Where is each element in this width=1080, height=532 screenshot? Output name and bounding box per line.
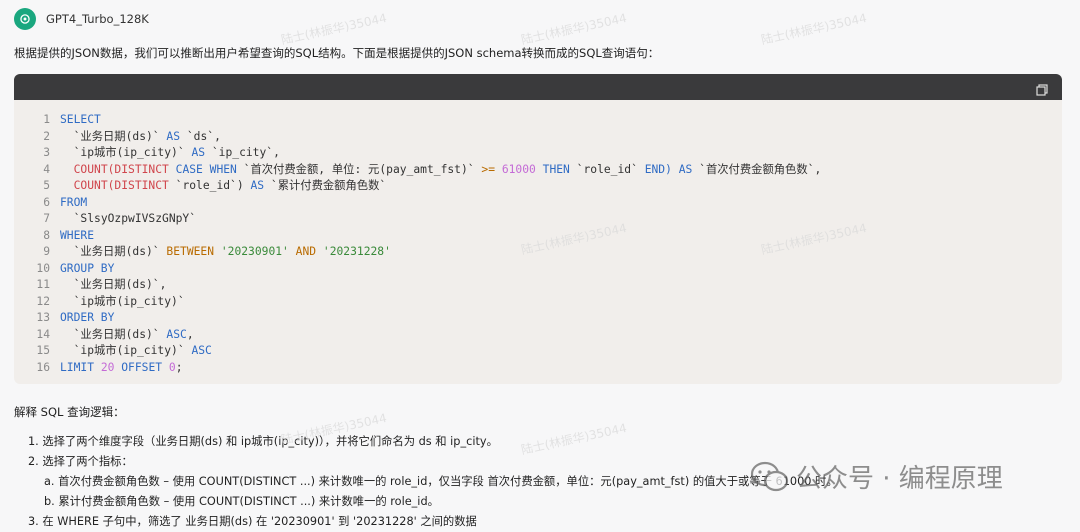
code-token: 61000 [501, 162, 536, 176]
code-token: AND [295, 245, 317, 258]
sql-code: 1 SELECT 2 `业务日期(ds)` AS `ds`, 3 `ip城市(ip… [32, 112, 821, 376]
line-number: 4 [43, 162, 50, 176]
code-token: 20 [100, 360, 115, 374]
code-token: '20231228' [322, 245, 391, 258]
code-token: `ip城市(ip_city)` [73, 344, 185, 357]
brand-text: 公众号 · 编程原理 [796, 464, 1003, 494]
code-token: SELECT [60, 113, 101, 126]
code-token: `业务日期(ds)` [73, 327, 160, 341]
code-token: END) [644, 162, 672, 176]
code-token: `首次付费金额, 单位: 元(pay_amt_fst)` [243, 162, 475, 176]
code-token: `role_id` [576, 162, 638, 176]
explain-heading: 解释 SQL 查询逻辑： [14, 405, 125, 419]
code-token: `累计付费金额角色数` [270, 179, 387, 192]
list-item: b. 累计付费金额角色数 – 使用 COUNT(DISTINCT ...) 来计… [44, 495, 439, 508]
list-item: 1. 选择了两个维度字段（业务日期(ds) 和 ip城市(ip_city)），并… [28, 435, 498, 448]
code-token: `ip城市(ip_city)` [73, 146, 185, 159]
line-number: 10 [36, 261, 50, 275]
code-token: AS [191, 146, 206, 159]
line-number: 8 [43, 228, 50, 242]
code-token: OFFSET [121, 360, 163, 374]
code-token: AS [678, 162, 693, 176]
code-token: 0 [168, 360, 176, 374]
code-token: ASC [191, 344, 212, 357]
code-token: `role_id` [175, 179, 237, 192]
code-token: `首次付费金额角色数` [699, 162, 815, 176]
code-token: WHERE [60, 228, 95, 242]
copy-icon [1036, 84, 1048, 96]
openai-logo-icon [14, 8, 36, 30]
code-token: AS [250, 179, 265, 192]
line-number: 5 [43, 179, 50, 192]
code-token: ASC [166, 327, 187, 341]
code-block-toolbar [14, 74, 1062, 100]
line-number: 7 [43, 212, 50, 225]
code-token: LIMIT [60, 360, 95, 374]
line-number: 15 [36, 344, 50, 357]
copy-code-button[interactable] [1036, 81, 1048, 96]
code-token: `SlsyOzpwIVSzGNpY` [73, 212, 197, 225]
code-token: BETWEEN [166, 245, 215, 258]
line-number: 1 [43, 113, 50, 126]
model-name: GPT4_Turbo_128K [46, 12, 149, 26]
line-number: 13 [36, 311, 50, 324]
code-token: `ip_city` [211, 146, 274, 159]
code-token: `业务日期(ds)` [73, 245, 160, 258]
line-number: 12 [36, 294, 50, 308]
explain-list: 1. 选择了两个维度字段（业务日期(ds) 和 ip城市(ip_city)），并… [28, 432, 838, 532]
code-token: AS [166, 129, 181, 143]
code-block: 1 SELECT 2 `业务日期(ds)` AS `ds`, 3 `ip城市(ip… [14, 74, 1062, 384]
code-token: THEN [542, 162, 570, 176]
line-number: 9 [43, 245, 50, 258]
wechat-brand-watermark: 公众号 · 编程原理 [750, 458, 1003, 495]
line-number: 14 [36, 327, 50, 341]
code-token: `业务日期(ds)` [73, 278, 160, 291]
line-number: 16 [36, 360, 50, 374]
list-item: 2. 选择了两个指标： [28, 455, 133, 468]
watermark-text: 陆士(林振华)35044 [519, 10, 628, 48]
list-item: a. 首次付费金额角色数 – 使用 COUNT(DISTINCT ...) 来计… [44, 475, 838, 488]
line-number: 3 [43, 146, 50, 159]
code-token: FROM [60, 195, 88, 209]
code-token: '20230901' [220, 245, 289, 258]
code-token: ORDER BY [60, 311, 115, 324]
code-token: `业务日期(ds)` [73, 129, 160, 143]
code-token: `ip城市(ip_city)` [73, 294, 185, 308]
watermark-text: 陆士(林振华)35044 [279, 10, 388, 48]
line-number: 6 [43, 195, 50, 209]
wechat-icon [750, 461, 789, 491]
intro-text: 根据提供的JSON数据，我们可以推断出用户希望查询的SQL结构。下面是根据提供的… [14, 46, 660, 60]
code-token: GROUP BY [60, 261, 115, 275]
code-token: `ds` [186, 129, 215, 143]
line-number: 2 [43, 129, 50, 143]
code-token: COUNT(DISTINCT [73, 179, 169, 192]
code-token: >= [481, 162, 495, 176]
watermark-text: 陆士(林振华)35044 [759, 10, 868, 48]
list-item: 3. 在 WHERE 子句中，筛选了 业务日期(ds) 在 '20230901'… [28, 515, 477, 528]
code-token: CASE WHEN [175, 162, 237, 176]
message-header: GPT4_Turbo_128K [14, 8, 149, 30]
code-token: COUNT(DISTINCT [73, 162, 169, 176]
line-number: 11 [36, 278, 50, 291]
